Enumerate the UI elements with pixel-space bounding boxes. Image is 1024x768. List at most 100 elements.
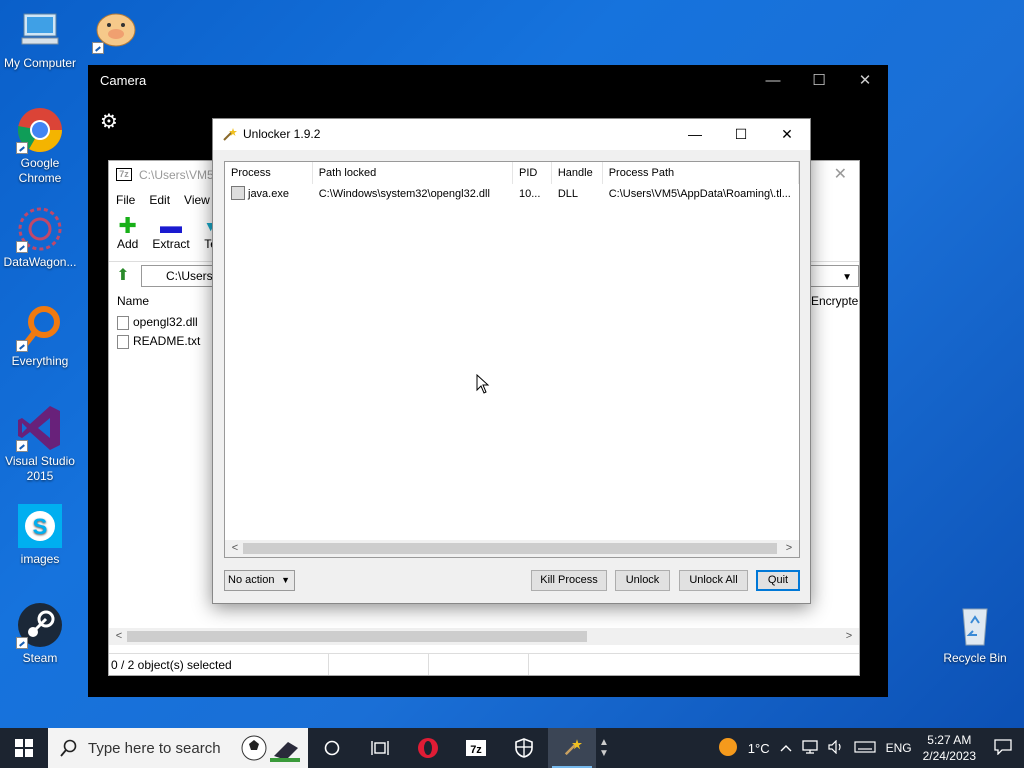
horizontal-scrollbar[interactable]: < > bbox=[109, 628, 859, 645]
process-icon bbox=[231, 186, 245, 200]
process-name: java.exe bbox=[248, 188, 289, 200]
desktop-icon-label: Steam bbox=[22, 651, 58, 665]
keyboard-icon[interactable] bbox=[849, 740, 881, 756]
cell-pid: 10... bbox=[518, 188, 541, 200]
maximize-button[interactable]: ☐ bbox=[718, 119, 764, 150]
recycle-bin-icon bbox=[951, 601, 999, 649]
desktop-icon-my-computer[interactable]: My Computer bbox=[0, 6, 80, 71]
desktop-icon-inno-setup[interactable] bbox=[76, 6, 156, 56]
unlocker-title: Unlocker 1.9.2 bbox=[243, 127, 321, 141]
file-name: README.txt bbox=[133, 334, 201, 348]
desktop-icon-datawagon[interactable]: DataWagon... bbox=[0, 205, 80, 270]
chevron-up-icon[interactable] bbox=[775, 741, 797, 755]
dll-file-icon bbox=[117, 315, 129, 330]
kill-process-button[interactable]: Kill Process bbox=[531, 570, 607, 591]
input-language[interactable]: ENG bbox=[881, 741, 917, 755]
camera-title-bar: Camera — ☐ ✕ bbox=[88, 65, 888, 97]
column-name[interactable]: Name bbox=[117, 294, 149, 308]
7zip-status-bar: 0 / 2 object(s) selected bbox=[109, 653, 859, 675]
desktop-icon-label: Everything bbox=[11, 354, 69, 368]
up-folder-icon[interactable]: ⬆ bbox=[113, 266, 133, 286]
cell-handle: DLL bbox=[557, 188, 579, 200]
maximize-button[interactable]: ☐ bbox=[796, 65, 842, 97]
chevron-down-icon: ▼ bbox=[281, 575, 290, 585]
menu-file[interactable]: File bbox=[116, 189, 135, 211]
minimize-button[interactable]: — bbox=[750, 65, 796, 97]
start-button[interactable] bbox=[0, 728, 48, 768]
column-handle[interactable]: Handle bbox=[552, 162, 603, 184]
shortcut-arrow-icon bbox=[16, 340, 28, 352]
minus-icon: ▬ bbox=[160, 213, 183, 238]
svg-text:S: S bbox=[33, 514, 48, 539]
menu-edit[interactable]: Edit bbox=[149, 189, 170, 211]
datawagon-icon bbox=[16, 205, 64, 253]
menu-view[interactable]: View bbox=[184, 189, 210, 211]
desktop-icon-everything[interactable]: Everything bbox=[0, 304, 80, 369]
desktop-icon-recycle-bin[interactable]: Recycle Bin bbox=[935, 601, 1015, 666]
notification-icon[interactable] bbox=[986, 738, 1024, 758]
text-file-icon bbox=[117, 334, 129, 349]
network-icon[interactable] bbox=[797, 739, 823, 757]
address-text: C:\Users\ bbox=[166, 269, 217, 283]
weather-temperature[interactable]: 1°C bbox=[743, 741, 775, 756]
status-cell bbox=[329, 654, 429, 675]
horizontal-scrollbar[interactable]: < > bbox=[225, 540, 799, 557]
shortcut-arrow-icon bbox=[92, 42, 104, 54]
7zip-taskbar-icon[interactable]: 7z bbox=[452, 728, 500, 768]
scroll-thumb[interactable] bbox=[243, 543, 777, 554]
cortana-icon[interactable] bbox=[308, 728, 356, 768]
desktop-icon-visual-studio[interactable]: Visual Studio 2015 bbox=[0, 404, 80, 484]
column-process-path[interactable]: Process Path bbox=[603, 162, 799, 184]
cell-process: java.exe bbox=[225, 184, 313, 204]
add-button[interactable]: ✚ Add bbox=[117, 211, 138, 261]
cell-process-path: C:\Users\VM5\AppData\Roaming\.tl... bbox=[608, 188, 791, 200]
column-path-locked[interactable]: Path locked bbox=[313, 162, 513, 184]
visual-studio-icon bbox=[16, 404, 64, 452]
7zip-title: C:\Users\VM5\ bbox=[139, 168, 218, 182]
minimize-button[interactable]: — bbox=[672, 119, 718, 150]
column-encrypted[interactable]: Encrypte bbox=[811, 289, 858, 313]
desktop-icon-label: Google Chrome bbox=[18, 156, 62, 185]
column-pid[interactable]: PID bbox=[513, 162, 552, 184]
shortcut-arrow-icon bbox=[16, 440, 28, 452]
column-process[interactable]: Process bbox=[225, 162, 313, 184]
desktop-icon-label: Recycle Bin bbox=[943, 651, 1007, 665]
add-label: Add bbox=[117, 237, 139, 251]
magnifier-icon bbox=[16, 304, 64, 352]
table-row[interactable]: java.exe C:\Windows\system32\opengl32.dl… bbox=[225, 184, 799, 204]
locked-handles-list[interactable]: Process Path locked PID Handle Process P… bbox=[224, 161, 800, 558]
chevron-down-icon[interactable]: ▼ bbox=[842, 268, 852, 288]
task-view-icon[interactable] bbox=[356, 728, 404, 768]
close-button[interactable]: ✕ bbox=[842, 65, 888, 97]
speaker-icon[interactable] bbox=[823, 739, 849, 757]
scroll-right-icon[interactable]: > bbox=[841, 628, 857, 645]
status-cell bbox=[429, 654, 529, 675]
weather-icon[interactable] bbox=[713, 737, 743, 760]
system-tray: 1°C ENG 5:27 AM 2/24/2023 bbox=[713, 728, 1024, 768]
close-icon[interactable]: ✕ bbox=[834, 161, 847, 189]
shield-icon[interactable] bbox=[500, 728, 548, 768]
taskbar-scroll-icon[interactable]: ▲ ▼ bbox=[596, 728, 612, 768]
scroll-right-icon[interactable]: > bbox=[781, 540, 797, 557]
chrome-icon bbox=[16, 106, 64, 154]
desktop-icon-images[interactable]: S images bbox=[0, 502, 80, 567]
desktop-icon-label: images bbox=[20, 552, 60, 566]
desktop-icon-steam[interactable]: Steam bbox=[0, 601, 80, 666]
action-select[interactable]: No action ▼ bbox=[224, 570, 295, 591]
svg-text:7z: 7z bbox=[470, 744, 482, 756]
clock[interactable]: 5:27 AM 2/24/2023 bbox=[917, 732, 986, 764]
search-box[interactable]: Type here to search bbox=[48, 728, 308, 768]
scroll-left-icon[interactable]: < bbox=[111, 628, 127, 645]
extract-button[interactable]: ▬ Extract bbox=[152, 211, 189, 261]
close-button[interactable]: ✕ bbox=[764, 119, 810, 150]
desktop-icon-google-chrome[interactable]: Google Chrome bbox=[0, 106, 80, 186]
opera-icon[interactable] bbox=[404, 728, 452, 768]
windows-logo-icon bbox=[15, 739, 33, 757]
unlock-all-button[interactable]: Unlock All bbox=[679, 570, 748, 591]
quit-button[interactable]: Quit bbox=[756, 570, 800, 591]
gear-icon[interactable]: ⚙ bbox=[100, 111, 122, 133]
scroll-left-icon[interactable]: < bbox=[227, 540, 243, 557]
unlock-button[interactable]: Unlock bbox=[615, 570, 670, 591]
unlocker-taskbar-icon[interactable] bbox=[548, 728, 596, 768]
scroll-thumb[interactable] bbox=[127, 631, 587, 642]
